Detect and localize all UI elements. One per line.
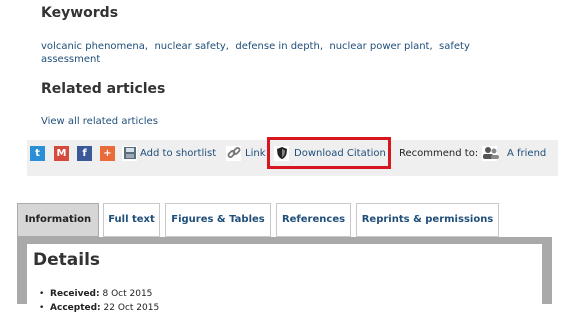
tab-information[interactable]: Information [17, 203, 99, 237]
keywords-heading: Keywords [41, 5, 119, 21]
tab-full-text[interactable]: Full text [103, 203, 160, 237]
received-value: 8 Oct 2015 [102, 289, 153, 299]
view-related-articles-link[interactable]: View all related articles [41, 116, 158, 127]
link-chain-icon[interactable] [226, 146, 241, 161]
keyword-link[interactable]: defense in depth, [235, 41, 323, 52]
received-row: • Received: 8 Oct 2015 [39, 289, 153, 299]
details-panel: Details • Received: 8 Oct 2015 • Accepte… [17, 237, 552, 313]
details-content: Details • Received: 8 Oct 2015 • Accepte… [27, 244, 542, 313]
keyword-link[interactable]: assessment [41, 54, 100, 65]
plus-icon[interactable]: + [100, 146, 115, 161]
details-title: Details [33, 250, 101, 270]
gmail-icon[interactable]: M [54, 146, 69, 161]
keyword-link[interactable]: volcanic phenomena, [41, 41, 148, 52]
related-articles-heading: Related articles [41, 81, 166, 97]
download-citation-highlight [267, 137, 391, 169]
keyword-link[interactable]: nuclear safety, [154, 41, 229, 52]
recommend-to-label: Recommend to: [399, 148, 479, 159]
accepted-row: • Accepted: 22 Oct 2015 [39, 303, 160, 313]
friend-people-icon[interactable] [482, 146, 499, 161]
accepted-value: 22 Oct 2015 [103, 303, 160, 313]
tab-figures-tables[interactable]: Figures & Tables [165, 203, 271, 237]
add-to-shortlist-label[interactable]: Add to shortlist [140, 148, 216, 159]
accepted-label: Accepted: [50, 303, 101, 313]
keyword-link[interactable]: safety [439, 41, 470, 52]
keywords-list: volcanic phenomena, nuclear safety, defe… [41, 40, 511, 66]
facebook-icon[interactable]: f [77, 146, 92, 161]
link-label[interactable]: Link [245, 148, 265, 159]
keyword-link[interactable]: nuclear power plant, [329, 41, 432, 52]
a-friend-link[interactable]: A friend [507, 148, 546, 159]
shortlist-icon[interactable] [122, 146, 137, 161]
twitter-icon[interactable]: t [30, 146, 45, 161]
tab-reprints-permissions[interactable]: Reprints & permissions [356, 203, 499, 237]
received-label: Received: [50, 289, 100, 299]
tab-references[interactable]: References [276, 203, 351, 237]
